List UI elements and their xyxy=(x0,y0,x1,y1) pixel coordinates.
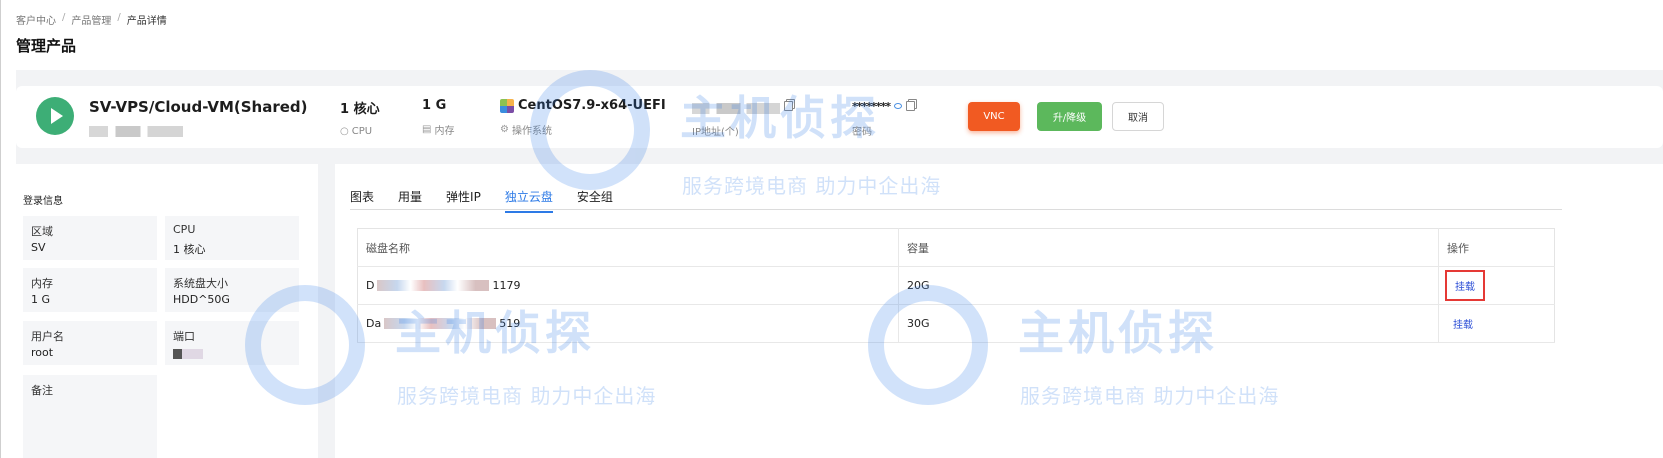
redacted-hostname xyxy=(89,126,183,137)
table-row: D 1179 20G 挂载 xyxy=(357,266,1555,305)
info-cell-port: 端口 xyxy=(165,321,299,365)
centos-logo-icon xyxy=(500,98,514,113)
copy-password-icon[interactable] xyxy=(906,101,916,111)
breadcrumb-customer-center[interactable]: 客户中心 xyxy=(16,12,56,27)
info-key: 内存 xyxy=(31,277,53,290)
ip-spec: IP地址(个) xyxy=(692,98,793,138)
table-row: Da 519 30G 挂载 xyxy=(357,304,1555,343)
gear-icon: ⚙ xyxy=(500,124,509,135)
page-title: 管理产品 xyxy=(16,37,77,55)
info-key: 系统盘大小 xyxy=(173,277,228,290)
cpu-spec: 1 核心 ○ CPU xyxy=(340,98,380,137)
memory-value: 1 G xyxy=(422,98,447,113)
memory-label: 内存 xyxy=(434,126,455,137)
show-password-eye-icon[interactable] xyxy=(894,103,903,109)
redacted-disk-id xyxy=(384,318,497,329)
breadcrumb-product-detail: 产品详情 xyxy=(126,16,167,27)
action-cell: 挂载 xyxy=(1438,304,1555,343)
password-value: ******** xyxy=(852,99,891,113)
info-value: SV xyxy=(31,241,46,254)
breadcrumb: 客户中心 / 产品管理 / 产品详情 xyxy=(16,12,167,27)
highlight-box: 挂载 xyxy=(1445,270,1485,301)
redacted-ip xyxy=(692,102,780,114)
disk-name-suffix: 1179 xyxy=(492,279,521,292)
disk-name-prefix: Da xyxy=(366,317,382,330)
disk-name-cell: Da 519 xyxy=(357,304,899,343)
breadcrumb-separator: / xyxy=(62,12,66,23)
window-edge xyxy=(0,0,1,458)
info-value: 1 G xyxy=(31,293,51,306)
breadcrumb-product-management[interactable]: 产品管理 xyxy=(71,12,111,27)
header-capacity: 容量 xyxy=(898,228,1439,267)
password-spec: ******** 密码 xyxy=(852,98,916,138)
info-value: 1 核心 xyxy=(173,243,206,256)
info-value: root xyxy=(31,346,54,359)
cpu-icon: ○ xyxy=(340,126,349,137)
table-header-row: 磁盘名称 容量 操作 xyxy=(357,228,1555,267)
info-key: 用户名 xyxy=(31,330,64,343)
breadcrumb-separator: / xyxy=(117,12,121,23)
disk-name-cell: D 1179 xyxy=(357,266,899,305)
info-value: HDD^50G xyxy=(173,293,230,306)
info-key: 端口 xyxy=(173,330,195,343)
copy-ip-icon[interactable] xyxy=(784,101,793,111)
mount-link[interactable]: 挂载 xyxy=(1455,282,1475,293)
login-info-panel: 登录信息 区域 SV CPU 1 核心 内存 1 G 系统盘大小 HDD^50G… xyxy=(16,164,318,458)
memory-icon: ▤ xyxy=(422,124,432,135)
product-name: SV-VPS/Cloud-VM(Shared) xyxy=(89,98,308,116)
disk-name-prefix: D xyxy=(366,279,375,292)
info-cell-username: 用户名 root xyxy=(23,321,157,365)
password-label: 密码 xyxy=(852,127,872,138)
info-value xyxy=(173,346,203,362)
tab-divider xyxy=(350,209,1562,210)
login-info-title: 登录信息 xyxy=(23,196,63,207)
redacted-port xyxy=(173,349,203,359)
disk-name-suffix: 519 xyxy=(499,317,521,330)
product-summary-card: SV-VPS/Cloud-VM(Shared) 1 核心 ○ CPU 1 G ▤ 内… xyxy=(16,86,1663,148)
info-key: CPU xyxy=(173,223,196,236)
info-key: 备注 xyxy=(31,384,53,397)
os-value: CentOS7.9-x64-UEFI xyxy=(518,98,666,113)
action-cell: 挂载 xyxy=(1438,266,1555,305)
cancel-button[interactable]: 取消 xyxy=(1112,102,1164,131)
header-action: 操作 xyxy=(1438,228,1555,267)
mount-link[interactable]: 挂载 xyxy=(1453,320,1473,331)
info-cell-region: 区域 SV xyxy=(23,216,157,260)
vnc-button[interactable]: VNC xyxy=(968,102,1020,131)
info-cell-system-disk: 系统盘大小 HDD^50G xyxy=(165,268,299,312)
info-key: 区域 xyxy=(31,225,53,238)
disk-panel: 图表 用量 弹性IP 独立云盘 安全组 磁盘名称 容量 操作 D 1179 20… xyxy=(335,164,1663,458)
os-label: 操作系统 xyxy=(511,126,552,137)
redacted-disk-id xyxy=(377,280,490,291)
info-cell-remark: 备注 xyxy=(23,375,157,458)
cpu-value: 1 核心 xyxy=(340,102,380,117)
info-cell-memory: 内存 1 G xyxy=(23,268,157,312)
header-disk-name: 磁盘名称 xyxy=(357,228,899,267)
server-running-play-icon[interactable] xyxy=(36,97,74,135)
ip-label: IP地址(个) xyxy=(692,127,739,138)
os-spec: CentOS7.9-x64-UEFI ⚙ 操作系统 xyxy=(500,98,666,137)
cpu-label: CPU xyxy=(351,126,373,137)
capacity-cell: 20G xyxy=(898,266,1439,305)
capacity-cell: 30G xyxy=(898,304,1439,343)
disk-table: 磁盘名称 容量 操作 D 1179 20G 挂载 Da 519 30G 挂载 xyxy=(357,228,1555,343)
memory-spec: 1 G ▤ 内存 xyxy=(422,98,454,137)
upgrade-downgrade-button[interactable]: 升/降级 xyxy=(1037,102,1102,131)
info-cell-cpu: CPU 1 核心 xyxy=(165,216,299,260)
